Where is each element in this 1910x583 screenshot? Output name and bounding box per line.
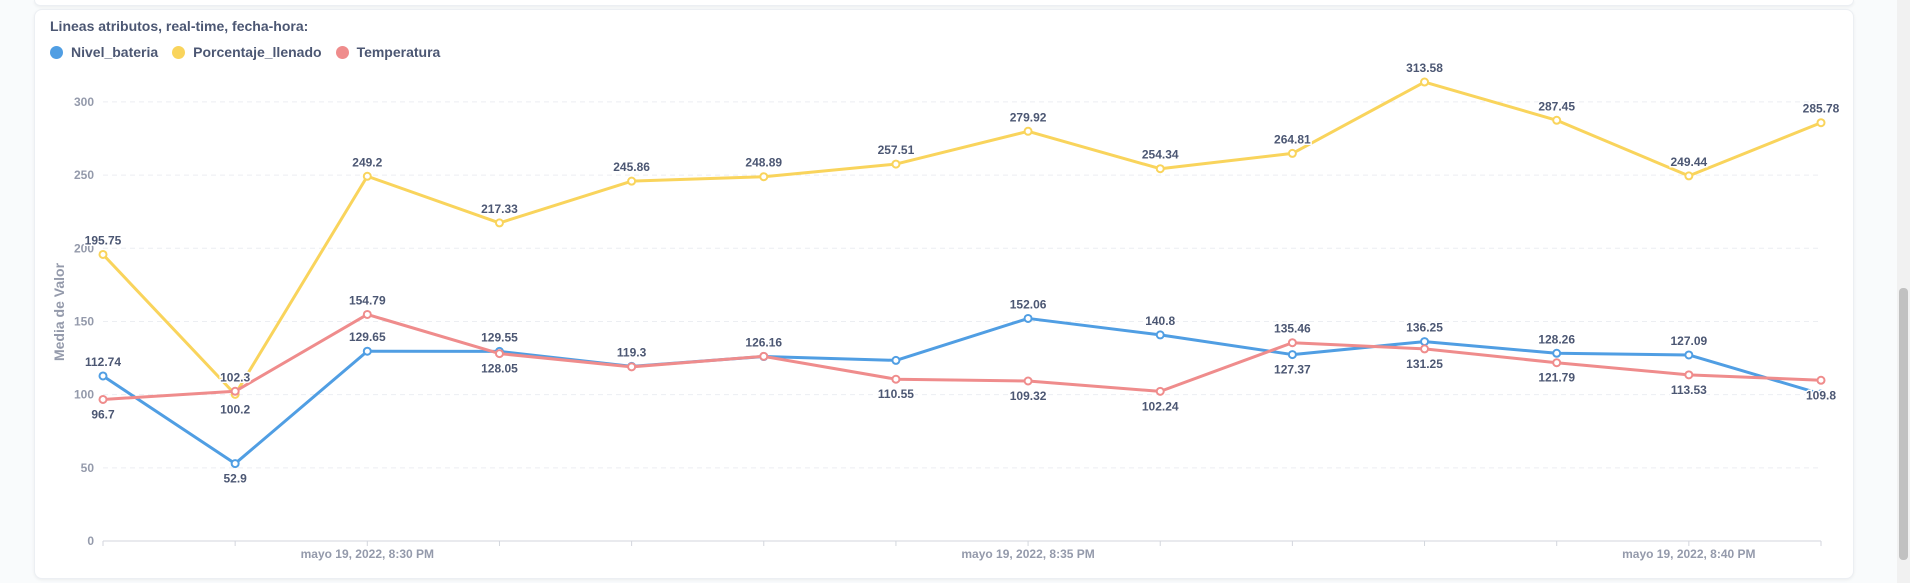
data-label: 128.26: [1538, 332, 1575, 346]
data-label: 135.46: [1274, 322, 1311, 336]
data-label: 109.32: [1010, 389, 1047, 403]
data-point: [1287, 338, 1297, 348]
x-tick-label: mayo 19, 2022, 8:40 PM: [1622, 547, 1755, 561]
data-point: [1155, 330, 1165, 340]
data-point: [1552, 348, 1562, 358]
data-point: [494, 349, 504, 359]
data-point: [230, 386, 240, 396]
data-point: [891, 159, 901, 169]
data-label: 257.51: [878, 143, 915, 157]
data-point: [1023, 126, 1033, 136]
data-label: 121.79: [1538, 371, 1575, 385]
data-point: [1552, 115, 1562, 125]
data-point: [1420, 344, 1430, 354]
y-axis-label: Media de Valor: [51, 262, 67, 361]
data-point: [1155, 386, 1165, 396]
data-label: 109.8: [1806, 388, 1836, 402]
data-point: [1816, 118, 1826, 128]
data-point: [627, 362, 637, 372]
y-tick-label: 150: [74, 314, 94, 328]
data-label: 127.37: [1274, 363, 1311, 377]
y-tick-label: 250: [74, 168, 94, 182]
scrollbar-thumb[interactable]: [1899, 288, 1908, 560]
data-point: [759, 172, 769, 182]
data-label: 119.3: [617, 345, 647, 359]
data-label: 254.34: [1142, 148, 1179, 162]
data-point: [1684, 350, 1694, 360]
data-point: [98, 394, 108, 404]
data-label: 113.53: [1671, 383, 1707, 397]
data-label: 245.86: [613, 160, 650, 174]
data-point: [627, 176, 637, 186]
series-line-porcentaje_llenado: [101, 80, 1823, 396]
data-label: 140.8: [1145, 314, 1175, 328]
data-point: [1287, 148, 1297, 158]
data-label: 152.06: [1010, 297, 1047, 311]
line-chart: 050100150200250300mayo 19, 2022, 8:30 PM…: [51, 60, 1841, 561]
data-label: 52.9: [223, 472, 247, 486]
data-point: [1552, 358, 1562, 368]
y-tick-label: 300: [74, 95, 94, 109]
x-tick-label: mayo 19, 2022, 8:30 PM: [301, 547, 434, 561]
axis-layer: 050100150200250300mayo 19, 2022, 8:30 PM…: [74, 95, 1822, 561]
data-label: 127.09: [1670, 334, 1707, 348]
data-point: [759, 351, 769, 361]
data-point: [362, 309, 372, 319]
data-label: 195.75: [85, 233, 122, 247]
data-point: [1023, 376, 1033, 386]
data-point: [98, 371, 108, 381]
data-label: 128.05: [481, 362, 518, 376]
data-label: 264.81: [1274, 132, 1311, 146]
data-label: 112.74: [85, 355, 121, 369]
data-label: 249.44: [1670, 155, 1707, 169]
page-scrollbar[interactable]: [1897, 0, 1910, 583]
data-point: [1023, 313, 1033, 323]
data-point: [891, 355, 901, 365]
data-label: 102.24: [1142, 399, 1179, 413]
data-point: [1816, 375, 1826, 385]
data-label: 217.33: [481, 202, 518, 216]
data-label: 249.2: [352, 155, 382, 169]
data-label: 313.58: [1406, 61, 1443, 75]
data-point: [230, 459, 240, 469]
data-label: 102.3: [220, 370, 250, 384]
data-point: [891, 374, 901, 384]
data-label: 96.7: [91, 407, 115, 421]
data-label: 131.25: [1406, 357, 1443, 371]
x-tick-label: mayo 19, 2022, 8:35 PM: [961, 547, 1094, 561]
data-point: [98, 249, 108, 259]
data-point: [1684, 370, 1694, 380]
data-label: 126.16: [745, 335, 782, 349]
data-label-layer: 112.74 195.75 96.7 52.9 100.2 102.3 129.65 249.…: [83, 60, 1841, 488]
data-label: 100.2: [220, 402, 250, 416]
y-tick-label: 100: [74, 388, 94, 402]
y-tick-label: 50: [81, 461, 95, 475]
data-label: 248.89: [745, 156, 782, 170]
data-point: [1684, 171, 1694, 181]
data-label: 279.92: [1010, 110, 1047, 124]
data-point: [1420, 77, 1430, 87]
data-label: 136.25: [1406, 321, 1443, 335]
data-label: 129.65: [349, 330, 386, 344]
series-layer: [98, 77, 1826, 469]
data-point: [362, 346, 372, 356]
data-point: [362, 171, 372, 181]
data-label: 110.55: [878, 387, 914, 401]
data-point: [1420, 337, 1430, 347]
data-point: [1287, 350, 1297, 360]
data-point: [494, 218, 504, 228]
y-tick-label: 0: [87, 534, 94, 548]
data-label: 154.79: [349, 293, 386, 307]
data-label: 129.55: [481, 330, 518, 344]
data-label: 287.45: [1538, 99, 1575, 113]
data-label: 285.78: [1803, 102, 1840, 116]
data-point: [1155, 164, 1165, 174]
